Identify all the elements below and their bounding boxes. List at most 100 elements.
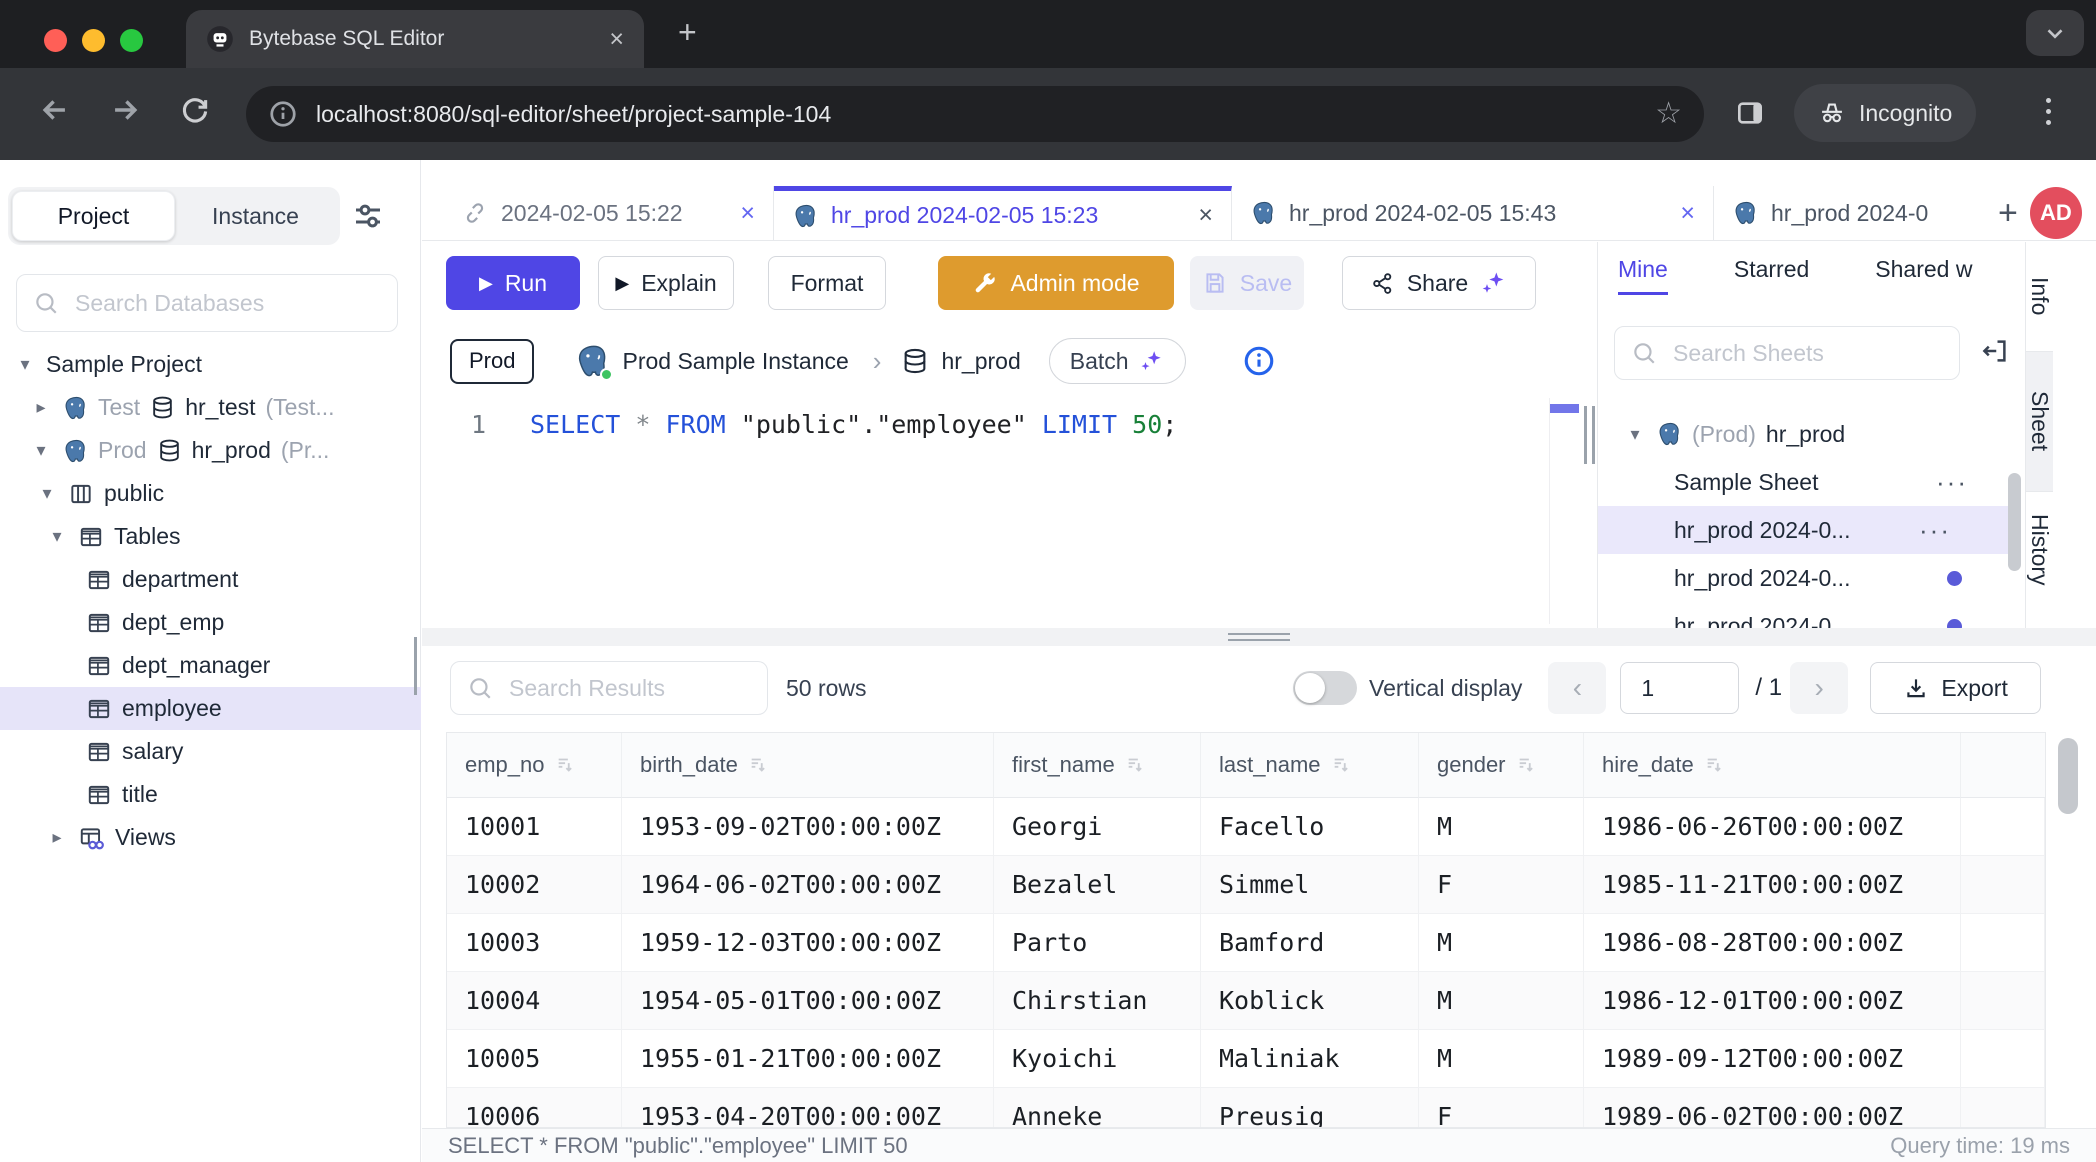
database-name[interactable]: hr_prod: [941, 348, 1020, 375]
site-info-icon[interactable]: [268, 99, 298, 129]
sheet-tab-3[interactable]: hr_prod 2024-02-05 15:43 ×: [1232, 186, 1714, 240]
reload-button[interactable]: [178, 93, 212, 127]
tab-project[interactable]: Project: [12, 191, 175, 241]
tab-instance[interactable]: Instance: [175, 191, 336, 241]
sheet-group-hr-prod[interactable]: ▾ (Prod) hr_prod: [1598, 410, 2025, 458]
cell[interactable]: 1989-09-12T00:00:00Z: [1584, 1030, 1961, 1088]
add-sheet-button[interactable]: +: [1998, 196, 2018, 230]
cell[interactable]: 1954-05-01T00:00:00Z: [622, 972, 994, 1030]
cell[interactable]: 10005: [447, 1030, 622, 1088]
side-tab-history[interactable]: History: [2026, 492, 2053, 608]
new-tab-button[interactable]: +: [678, 16, 697, 48]
cell[interactable]: 1986-08-28T00:00:00Z: [1584, 914, 1961, 972]
url-text[interactable]: localhost:8080/sql-editor/sheet/project-…: [316, 101, 1637, 128]
cell[interactable]: Parto: [994, 914, 1201, 972]
panel-resize-handle[interactable]: [1584, 406, 1595, 464]
column-header-gender[interactable]: gender: [1419, 733, 1584, 798]
export-button[interactable]: Export: [1870, 662, 2041, 714]
results-search[interactable]: [450, 661, 768, 715]
sort-icon[interactable]: [555, 754, 577, 776]
cell[interactable]: 1959-12-03T00:00:00Z: [622, 914, 994, 972]
sheet-item-selected[interactable]: hr_prod 2024-0... ···: [1598, 506, 2009, 554]
tab-search-chevron-button[interactable]: [2026, 10, 2084, 56]
cell[interactable]: 1953-04-20T00:00:00Z: [622, 1088, 994, 1128]
database-search-input[interactable]: [73, 289, 381, 318]
cell[interactable]: F: [1419, 856, 1584, 914]
close-icon[interactable]: ×: [1680, 199, 1695, 228]
results-search-input[interactable]: [507, 674, 751, 703]
cell[interactable]: Anneke: [994, 1088, 1201, 1128]
back-button[interactable]: [38, 93, 72, 127]
sheet-tab-1[interactable]: 2024-02-05 15:22 ×: [444, 186, 774, 240]
next-page-button[interactable]: ›: [1790, 662, 1848, 714]
cell[interactable]: Koblick: [1201, 972, 1419, 1030]
window-zoom-button[interactable]: [120, 29, 143, 52]
sort-icon[interactable]: [1704, 754, 1726, 776]
side-tab-sheet[interactable]: Sheet: [2026, 352, 2053, 492]
bookmark-star-icon[interactable]: ☆: [1655, 99, 1682, 129]
panel-split-handle[interactable]: [422, 628, 2096, 646]
tab-shared[interactable]: Shared w: [1875, 256, 1972, 295]
cell[interactable]: Kyoichi: [994, 1030, 1201, 1088]
avatar[interactable]: AD: [2030, 187, 2082, 239]
sql-editor[interactable]: 1 SELECT * FROM "public"."employee" LIMI…: [422, 396, 1597, 628]
tree-node-project[interactable]: ▾ Sample Project: [0, 343, 421, 386]
caret-down-icon[interactable]: ▾: [46, 526, 68, 547]
sheet-list-scrollbar[interactable]: [2008, 473, 2021, 571]
ai-sparkles-icon[interactable]: [1480, 269, 1508, 297]
cell[interactable]: 10002: [447, 856, 622, 914]
sheet-item-menu-icon[interactable]: ···: [1919, 515, 1951, 546]
tree-node-schema-public[interactable]: ▾ public: [0, 472, 421, 515]
sql-code-line[interactable]: SELECT * FROM "public"."employee" LIMIT …: [530, 410, 1177, 439]
cell[interactable]: M: [1419, 1030, 1584, 1088]
save-button[interactable]: Save: [1190, 256, 1304, 310]
run-button[interactable]: ▶ Run: [446, 256, 580, 310]
cell[interactable]: F: [1419, 1088, 1584, 1128]
tree-node-table-dept-manager[interactable]: dept_manager: [0, 644, 421, 687]
caret-right-icon[interactable]: ▸: [30, 397, 52, 418]
tree-node-tables-group[interactable]: ▾ Tables: [0, 515, 421, 558]
forward-button[interactable]: [108, 93, 142, 127]
side-panel-button[interactable]: [1734, 97, 1766, 129]
cell[interactable]: 1964-06-02T00:00:00Z: [622, 856, 994, 914]
tab-mine[interactable]: Mine: [1618, 256, 1668, 295]
caret-down-icon[interactable]: ▾: [36, 483, 58, 504]
cell[interactable]: M: [1419, 972, 1584, 1030]
tree-node-hr-prod[interactable]: ▾ Prod hr_prod (Pr...: [0, 429, 421, 472]
sheet-tab-2-active[interactable]: hr_prod 2024-02-05 15:23 ×: [774, 186, 1232, 240]
sheet-search[interactable]: [1614, 326, 1960, 380]
cell[interactable]: 1953-09-02T00:00:00Z: [622, 798, 994, 856]
tree-filter-button[interactable]: [350, 198, 386, 234]
tree-node-table-employee[interactable]: employee: [0, 687, 421, 730]
sort-icon[interactable]: [748, 754, 770, 776]
tree-node-views-group[interactable]: ▸ Views: [0, 816, 421, 859]
cell[interactable]: 1986-12-01T00:00:00Z: [1584, 972, 1961, 1030]
collapse-panel-icon[interactable]: [1980, 336, 2010, 366]
tab-starred[interactable]: Starred: [1734, 256, 1809, 295]
tree-node-table-dept-emp[interactable]: dept_emp: [0, 601, 421, 644]
cell[interactable]: Facello: [1201, 798, 1419, 856]
cell[interactable]: Simmel: [1201, 856, 1419, 914]
cell[interactable]: Bamford: [1201, 914, 1419, 972]
sheet-item-unsaved-2[interactable]: hr_prod 2024-0: [1598, 602, 2025, 628]
cell[interactable]: Chirstian: [994, 972, 1201, 1030]
editor-minimap[interactable]: [1549, 398, 1579, 624]
sheet-tab-4[interactable]: hr_prod 2024-0: [1714, 186, 1982, 240]
results-scrollbar[interactable]: [2058, 738, 2078, 814]
batch-button[interactable]: Batch: [1049, 338, 1186, 384]
prev-page-button[interactable]: ‹: [1548, 662, 1606, 714]
tree-node-table-salary[interactable]: salary: [0, 730, 421, 773]
share-button[interactable]: Share: [1342, 256, 1536, 310]
cell[interactable]: Bezalel: [994, 856, 1201, 914]
cell[interactable]: 1985-11-21T00:00:00Z: [1584, 856, 1961, 914]
tree-node-table-title[interactable]: title: [0, 773, 421, 816]
address-bar[interactable]: localhost:8080/sql-editor/sheet/project-…: [246, 86, 1704, 142]
sort-icon[interactable]: [1331, 754, 1353, 776]
column-header-last-name[interactable]: last_name: [1201, 733, 1419, 798]
sort-icon[interactable]: [1125, 754, 1147, 776]
side-tab-info[interactable]: Info: [2026, 242, 2053, 352]
database-search[interactable]: [16, 274, 398, 332]
sort-icon[interactable]: [1516, 754, 1538, 776]
cell[interactable]: 10003: [447, 914, 622, 972]
cell[interactable]: Georgi: [994, 798, 1201, 856]
